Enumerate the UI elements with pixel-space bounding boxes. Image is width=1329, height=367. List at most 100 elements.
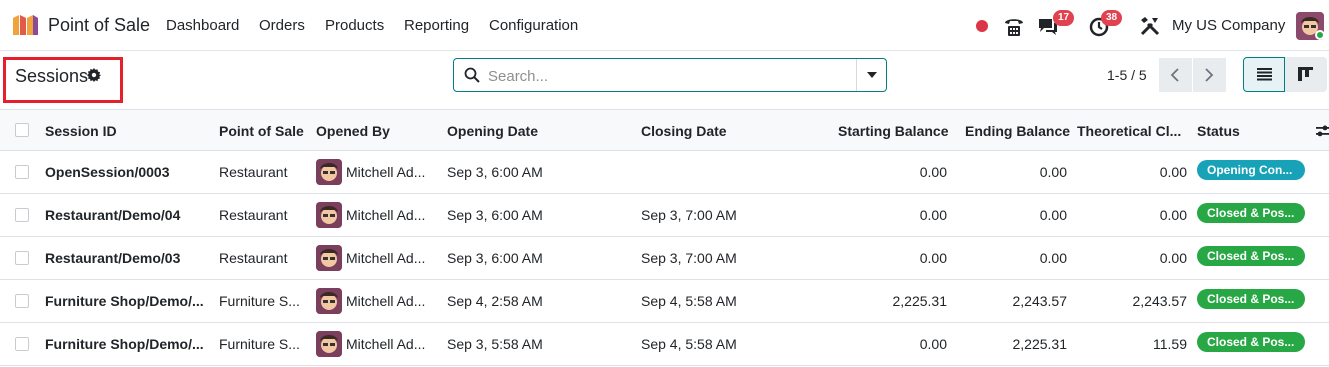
menu-configuration[interactable]: Configuration (489, 17, 578, 34)
menu-reporting[interactable]: Reporting (404, 17, 469, 34)
row-checkbox[interactable] (15, 165, 29, 179)
page-title: Sessions (15, 66, 89, 86)
cell-point-of-sale: Restaurant (219, 164, 288, 180)
cell-ending-balance: 0.00 (1039, 250, 1067, 266)
pager-value[interactable]: 1-5 / 5 (1107, 67, 1147, 83)
avatar-icon (316, 331, 342, 357)
col-session-id[interactable]: Session ID (45, 123, 117, 139)
cell-opened-by: Mitchell Ad... (346, 250, 426, 266)
select-all-checkbox[interactable] (15, 123, 29, 137)
menu-dashboard[interactable]: Dashboard (166, 17, 239, 34)
col-opened-by[interactable]: Opened By (316, 123, 390, 139)
avatar (316, 202, 342, 228)
table-header: Session ID Point of Sale Opened By Openi… (0, 109, 1329, 151)
cell-starting-balance: 0.00 (919, 207, 947, 223)
cell-closing-date: Sep 3, 7:00 AM (641, 207, 737, 223)
pager-next-button[interactable] (1193, 58, 1226, 92)
cell-opened-by: Mitchell Ad... (346, 207, 426, 223)
cell-opening-date: Sep 3, 6:00 AM (447, 164, 543, 180)
avatar-icon (316, 159, 342, 185)
app-logo-icon[interactable] (11, 14, 39, 36)
cell-point-of-sale: Restaurant (219, 207, 288, 223)
cell-theoretical-closing: 0.00 (1159, 164, 1187, 180)
phone-icon[interactable] (1002, 14, 1026, 38)
table-row[interactable]: Restaurant/Demo/04 Restaurant Mitchell A… (0, 194, 1329, 237)
avatar (316, 331, 342, 357)
cell-theoretical-closing: 11.59 (1153, 336, 1187, 352)
table-row[interactable]: Restaurant/Demo/03 Restaurant Mitchell A… (0, 237, 1329, 280)
status-badge: Closed & Pos... (1197, 203, 1305, 223)
cell-ending-balance: 2,225.31 (1012, 336, 1068, 352)
row-checkbox[interactable] (15, 294, 29, 308)
avatar-icon (316, 202, 342, 228)
cell-opening-date: Sep 4, 2:58 AM (447, 293, 543, 309)
cell-starting-balance: 0.00 (919, 250, 947, 266)
cell-closing-date: Sep 4, 5:58 AM (641, 336, 737, 352)
menu-products[interactable]: Products (325, 17, 384, 34)
cell-ending-balance: 0.00 (1039, 164, 1067, 180)
avatar-icon (316, 288, 342, 314)
row-checkbox[interactable] (15, 208, 29, 222)
table-row[interactable]: Furniture Shop/Demo/... Furniture S... M… (0, 280, 1329, 323)
list-view-icon (1257, 68, 1272, 81)
top-navbar: Point of Sale Dashboard Orders Products … (0, 0, 1329, 51)
menu-orders[interactable]: Orders (259, 17, 305, 34)
search-input[interactable] (488, 66, 848, 86)
online-status-dot (1315, 30, 1325, 40)
col-point-of-sale[interactable]: Point of Sale (219, 123, 304, 139)
gear-icon[interactable] (87, 68, 101, 82)
cell-theoretical-closing: 0.00 (1159, 250, 1187, 266)
cell-session-id: OpenSession/0003 (45, 164, 170, 180)
cell-opened-by: Mitchell Ad... (346, 293, 426, 309)
cell-ending-balance: 2,243.57 (1012, 293, 1068, 309)
cell-theoretical-closing: 0.00 (1159, 207, 1187, 223)
kanban-view-icon (1298, 67, 1313, 81)
cell-session-id: Furniture Shop/Demo/... (45, 336, 204, 352)
status-dot-icon[interactable] (971, 14, 995, 38)
optional-columns-icon[interactable] (1316, 124, 1329, 138)
avatar-icon (316, 245, 342, 271)
row-checkbox[interactable] (15, 251, 29, 265)
activities-badge: 38 (1101, 10, 1123, 26)
col-status[interactable]: Status (1197, 123, 1240, 139)
cell-theoretical-closing: 2,243.57 (1132, 293, 1188, 309)
cell-ending-balance: 0.00 (1039, 207, 1067, 223)
cell-opened-by: Mitchell Ad... (346, 164, 426, 180)
search-bar (453, 58, 887, 92)
tools-icon[interactable] (1138, 14, 1162, 38)
chevron-right-icon (1205, 68, 1214, 82)
cell-opened-by: Mitchell Ad... (346, 336, 426, 352)
table-row[interactable]: Furniture Shop/Demo/... Furniture S... M… (0, 323, 1329, 366)
search-icon (464, 67, 480, 83)
cell-point-of-sale: Furniture S... (219, 336, 300, 352)
company-switcher[interactable]: My US Company (1172, 17, 1285, 34)
messages-badge: 17 (1053, 10, 1075, 26)
cell-starting-balance: 2,225.31 (892, 293, 948, 309)
col-closing-date[interactable]: Closing Date (641, 123, 727, 139)
cell-point-of-sale: Furniture S... (219, 293, 300, 309)
avatar (316, 245, 342, 271)
col-theoretical-closing[interactable]: Theoretical Cl... (1077, 123, 1187, 139)
pager-previous-button[interactable] (1159, 58, 1192, 92)
status-badge: Closed & Pos... (1197, 289, 1305, 309)
col-opening-date[interactable]: Opening Date (447, 123, 538, 139)
cell-session-id: Restaurant/Demo/04 (45, 207, 181, 223)
row-checkbox[interactable] (15, 337, 29, 351)
list-view-button[interactable] (1243, 57, 1285, 92)
status-badge: Closed & Pos... (1197, 246, 1305, 266)
cell-opening-date: Sep 3, 5:58 AM (447, 336, 543, 352)
status-badge: Closed & Pos... (1197, 332, 1305, 352)
cell-starting-balance: 0.00 (919, 336, 947, 352)
table-row[interactable]: OpenSession/0003 Restaurant Mitchell Ad.… (0, 151, 1329, 194)
col-starting-balance[interactable]: Starting Balance (838, 123, 948, 139)
cell-starting-balance: 0.00 (919, 164, 947, 180)
status-badge: Opening Con... (1197, 160, 1305, 180)
cell-opening-date: Sep 3, 6:00 AM (447, 207, 543, 223)
cell-session-id: Furniture Shop/Demo/... (45, 293, 204, 309)
app-title[interactable]: Point of Sale (48, 15, 150, 36)
avatar (316, 288, 342, 314)
kanban-view-button[interactable] (1285, 57, 1327, 92)
cell-session-id: Restaurant/Demo/03 (45, 250, 181, 266)
search-options-toggle[interactable] (856, 59, 886, 91)
col-ending-balance[interactable]: Ending Balance (965, 123, 1070, 139)
